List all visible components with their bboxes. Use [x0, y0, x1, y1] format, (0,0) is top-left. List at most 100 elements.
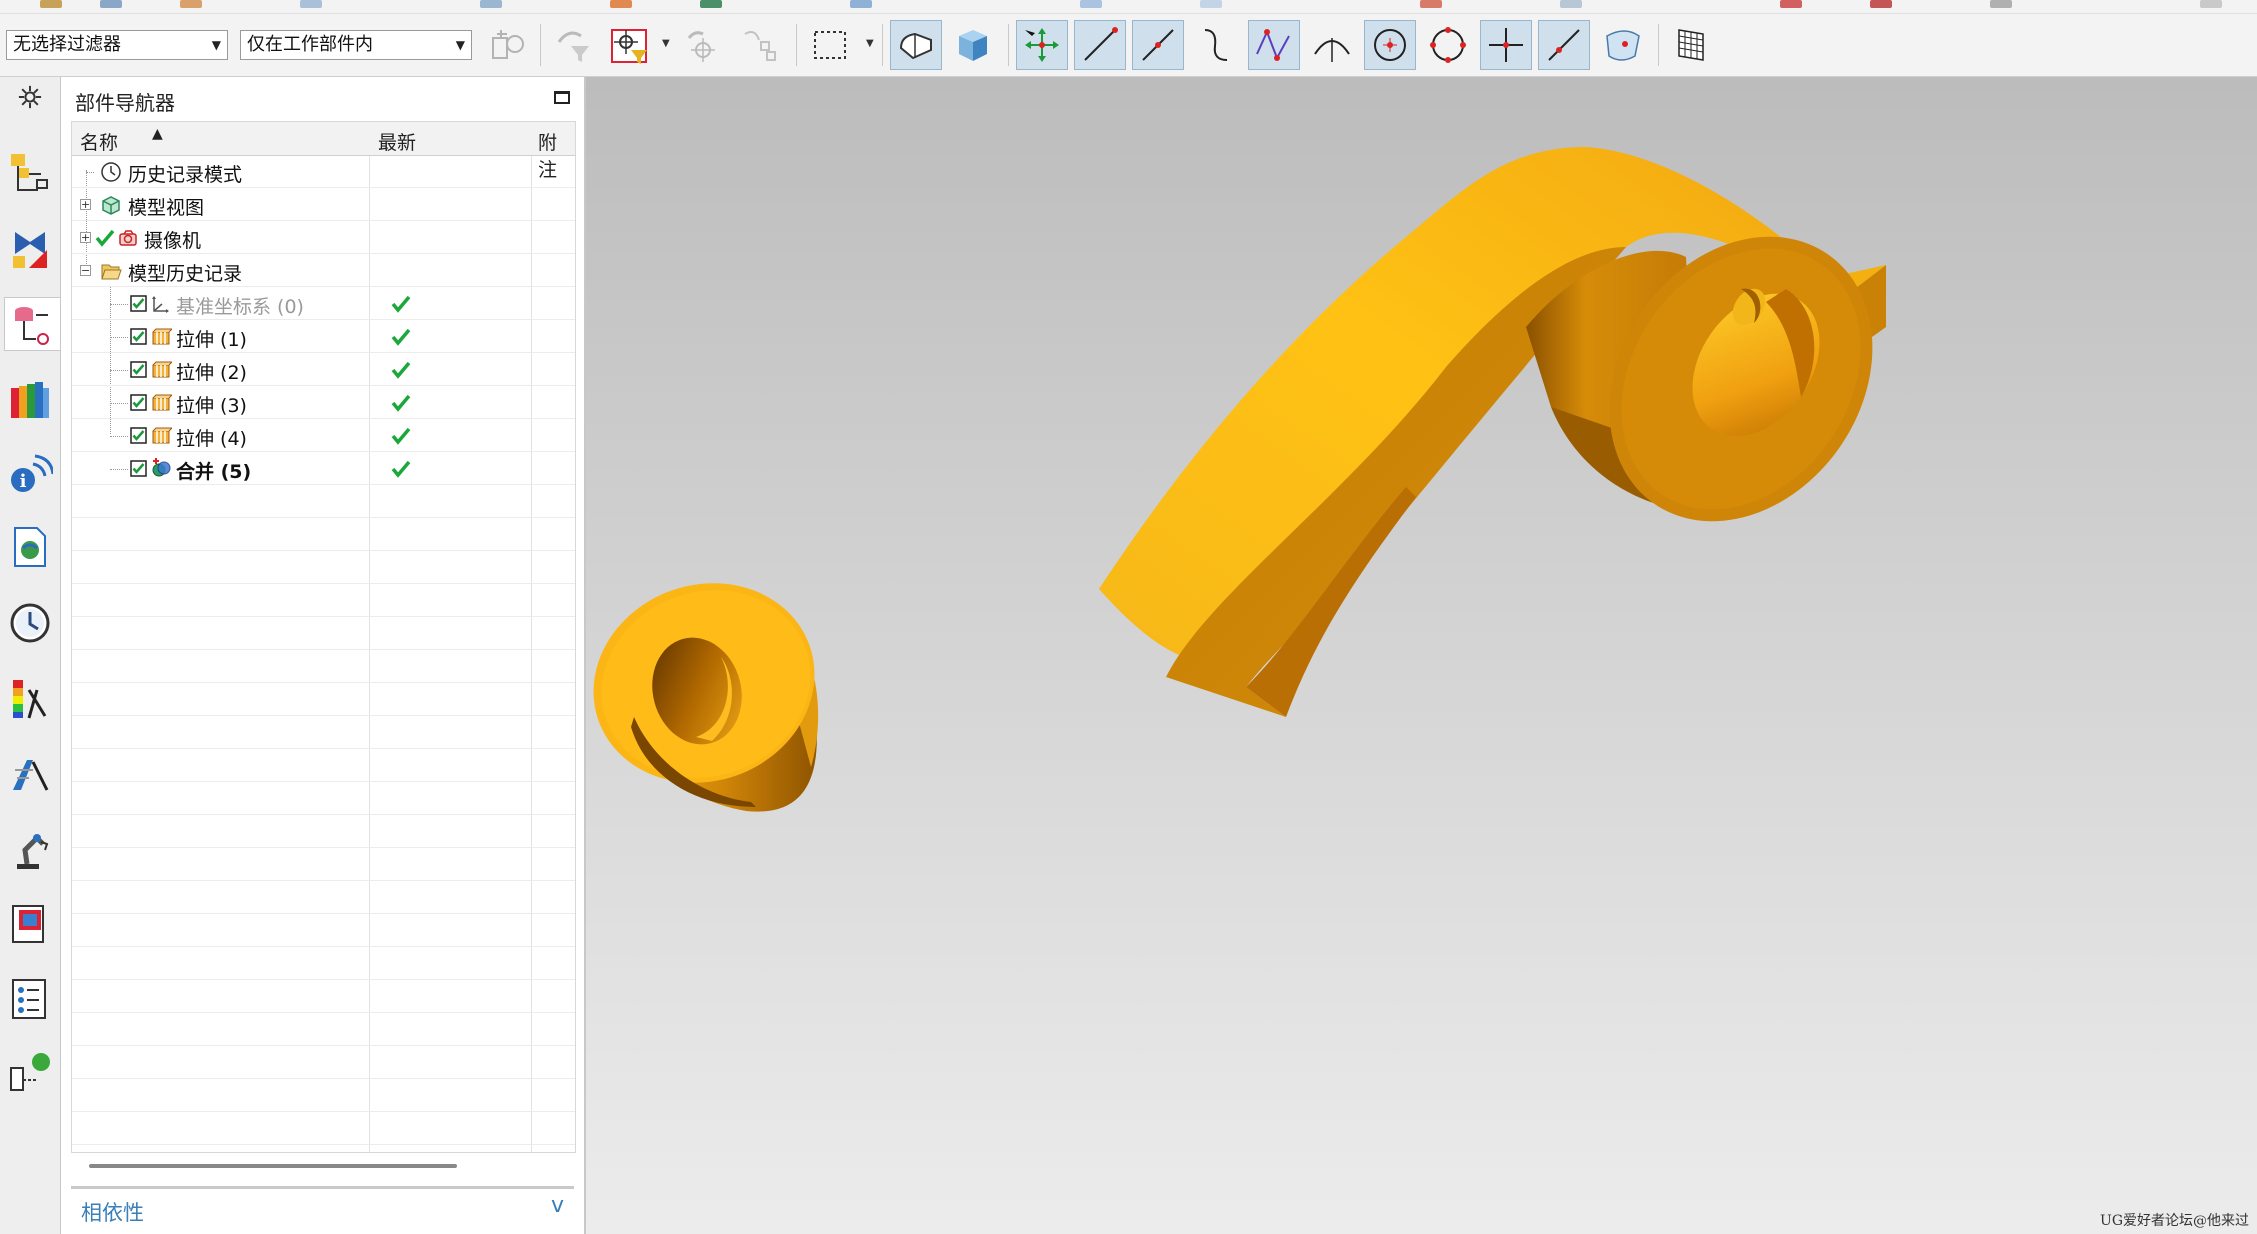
visibility-checkbox-icon[interactable]: [130, 295, 147, 312]
sort-ascending-icon[interactable]: ▲: [152, 126, 163, 142]
ribbon-icon[interactable]: [850, 0, 872, 8]
tree-label: 拉伸 (1): [176, 329, 247, 351]
select-chain-button[interactable]: [734, 20, 786, 70]
extrude-icon: [152, 328, 172, 345]
snap-enable-button[interactable]: [1016, 20, 1068, 70]
ribbon-icon[interactable]: [1200, 0, 1222, 8]
horizontal-scrollbar[interactable]: [89, 1164, 457, 1168]
web-browser-tab[interactable]: [6, 521, 54, 573]
ribbon-icon[interactable]: [700, 0, 722, 8]
tree-row-feature[interactable]: 合并 (5): [72, 452, 575, 485]
dropdown-arrow-icon[interactable]: ▼: [662, 38, 670, 49]
roles-tab[interactable]: [6, 897, 54, 949]
ribbon-icon[interactable]: [1870, 0, 1892, 8]
collapse-toggle[interactable]: −: [80, 265, 91, 276]
ribbon-icon[interactable]: [40, 0, 62, 8]
undo-select-button[interactable]: [676, 20, 728, 70]
deselect-all-button[interactable]: [548, 20, 600, 70]
existing-point-button[interactable]: [1480, 20, 1532, 70]
arrow-filter-icon: [557, 31, 589, 62]
tree-row-feature[interactable]: 拉伸 (3): [72, 386, 575, 419]
quadrant-point-button[interactable]: [1422, 20, 1474, 70]
ribbon-icon[interactable]: [180, 0, 202, 8]
ribbon-icon[interactable]: [1990, 0, 2012, 8]
dependencies-panel[interactable]: 相依性 v: [71, 1186, 574, 1229]
point-on-face-icon: [1606, 30, 1640, 61]
ribbon-icon[interactable]: [1420, 0, 1442, 8]
part-tree-icon: [14, 307, 49, 345]
part-navigator-tab[interactable]: [4, 297, 60, 351]
checkmark-icon: [391, 361, 411, 379]
chevron-down-icon[interactable]: v: [551, 1193, 564, 1218]
maximize-icon[interactable]: [554, 91, 570, 104]
selection-scope-select[interactable]: 仅在工作部件内 ▼: [240, 30, 472, 60]
visualization-tab[interactable]: [6, 673, 54, 725]
rectangle-select-button[interactable]: [804, 20, 856, 70]
info-window-tab[interactable]: i: [6, 447, 54, 499]
assembly-tree-icon: [11, 154, 48, 191]
checkmark-icon: [391, 394, 411, 412]
analysis-tool-icon: [13, 760, 49, 791]
end-point-button[interactable]: [1074, 20, 1126, 70]
expand-toggle[interactable]: +: [80, 199, 91, 210]
ribbon-icon[interactable]: [1560, 0, 1582, 8]
arc-center-button[interactable]: [1364, 20, 1416, 70]
column-header-name[interactable]: 名称: [80, 128, 118, 155]
visibility-checkbox-icon[interactable]: [130, 328, 147, 345]
ribbon-icon[interactable]: [2200, 0, 2222, 8]
resource-bar-settings[interactable]: [6, 77, 54, 117]
process-studio-tab[interactable]: [6, 747, 54, 799]
tree-row-camera[interactable]: + 摄像机: [72, 221, 575, 254]
existing-point-icon: [1489, 28, 1523, 62]
tree-row-feature[interactable]: 拉伸 (2): [72, 353, 575, 386]
tree-label: 基准坐标系 (0): [176, 296, 304, 318]
constraint-navigator-tab[interactable]: [6, 223, 54, 275]
expand-toggle[interactable]: +: [80, 232, 91, 243]
ribbon-icon[interactable]: [610, 0, 632, 8]
shaded-edges-icon: [899, 32, 932, 60]
visibility-checkbox-icon[interactable]: [130, 361, 147, 378]
rocker-arm-model[interactable]: [586, 77, 2257, 1234]
assembly-filter-button[interactable]: [482, 20, 534, 70]
visibility-checkbox-icon[interactable]: [130, 460, 147, 477]
reuse-library-tab[interactable]: [6, 373, 54, 425]
checkmark-icon: [391, 427, 411, 445]
mid-point-button[interactable]: [1132, 20, 1184, 70]
column-header-latest[interactable]: 最新: [378, 128, 416, 155]
import-export-tab[interactable]: [6, 1047, 54, 1099]
tree-row-model-history[interactable]: − 模型历史记录: [72, 254, 575, 287]
intersection-point-button[interactable]: [1248, 20, 1300, 70]
assembly-navigator-tab[interactable]: [6, 147, 54, 199]
ribbon-icon[interactable]: [1780, 0, 1802, 8]
shaded-with-edges-button[interactable]: [890, 20, 942, 70]
ribbon-icon[interactable]: [100, 0, 122, 8]
graphics-window[interactable]: UG爱好者论坛@他来过: [586, 77, 2257, 1234]
type-filter-select[interactable]: 无选择过滤器 ▼: [6, 30, 228, 60]
system-scenes-tab[interactable]: [6, 973, 54, 1025]
ribbon-icon[interactable]: [1080, 0, 1102, 8]
navigator-tree-table: 名称 ▲ 最新 附注 历史记录模式 + 模型视图 + 摄像机 − 模型历史记录 …: [71, 121, 576, 1153]
visibility-checkbox-icon[interactable]: [130, 394, 147, 411]
snap-filter-button[interactable]: [604, 20, 656, 70]
grid-button[interactable]: [1666, 20, 1718, 70]
tree-row-history-mode[interactable]: 历史记录模式: [72, 155, 575, 188]
tree-label: 拉伸 (3): [176, 395, 247, 417]
manufacturing-wizard-tab[interactable]: [6, 823, 54, 875]
tree-row-feature[interactable]: 基准坐标系 (0): [72, 287, 575, 320]
history-tab[interactable]: [6, 597, 54, 649]
ribbon-icon[interactable]: [480, 0, 502, 8]
checkmark-icon: [391, 328, 411, 346]
ribbon-icon[interactable]: [300, 0, 322, 8]
control-point-button[interactable]: [1190, 20, 1242, 70]
constraint-icon: [13, 232, 47, 268]
tree-row-feature[interactable]: 拉伸 (4): [72, 419, 575, 452]
tree-row-feature[interactable]: 拉伸 (1): [72, 320, 575, 353]
shaded-button[interactable]: [946, 20, 998, 70]
point-on-face-button[interactable]: [1596, 20, 1648, 70]
tangent-point-button[interactable]: [1306, 20, 1358, 70]
dependencies-label: 相依性: [81, 1201, 144, 1225]
visibility-checkbox-icon[interactable]: [130, 427, 147, 444]
tree-row-model-views[interactable]: + 模型视图: [72, 188, 575, 221]
point-on-curve-button[interactable]: [1538, 20, 1590, 70]
dropdown-arrow-icon[interactable]: ▼: [866, 38, 874, 49]
